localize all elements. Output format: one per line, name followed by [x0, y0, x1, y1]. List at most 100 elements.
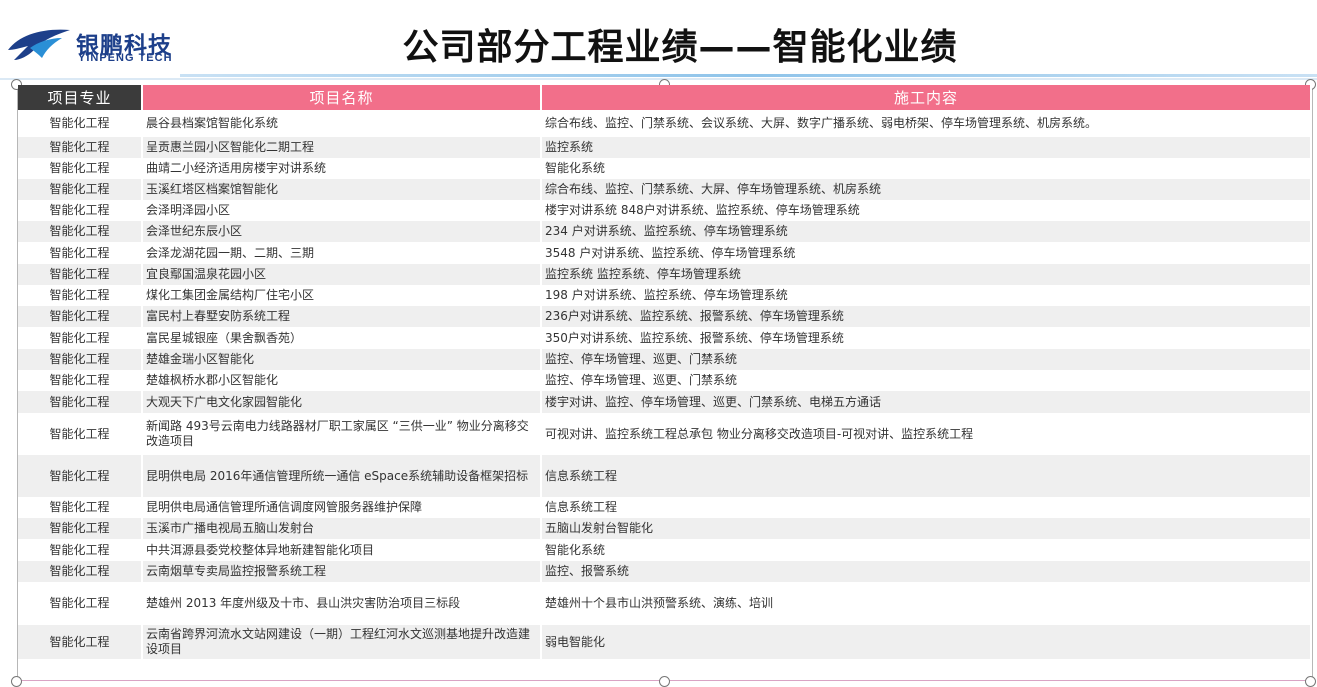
table-row: 智能化工程 玉溪红塔区档案馆智能化 综合布线、监控、门禁系统、大屏、停车场管理系统、…	[18, 179, 1312, 200]
cell-category: 智能化工程	[18, 539, 143, 561]
column-header-project-name: 项目名称	[142, 85, 542, 110]
column-header-construction-content: 施工内容	[541, 85, 1312, 110]
cell-construction-content: 智能化系统	[541, 158, 1312, 179]
cell-project-name: 云南省跨界河流水文站网建设（一期）工程红河水文巡测基地提升改造建设项目	[142, 625, 542, 659]
cell-project-name: 富民星城银座（果舍飘香苑）	[142, 327, 542, 349]
cell-project-name: 新闻路 493号云南电力线路器材厂职工家属区 “三供一业” 物业分离移交改造项目	[142, 413, 542, 455]
table-row: 智能化工程 楚雄金瑞小区智能化 监控、停车场管理、巡更、门禁系统	[18, 349, 1312, 370]
cell-category: 智能化工程	[18, 561, 143, 582]
cell-construction-content: 198 户对讲系统、监控系统、停车场管理系统	[541, 285, 1312, 306]
table-row: 智能化工程 曲靖二小经济适用房楼宇对讲系统 智能化系统	[18, 158, 1312, 179]
table-row: 智能化工程 大观天下广电文化家园智能化 楼宇对讲、监控、停车场管理、巡更、门禁系统、…	[18, 391, 1312, 413]
table-row: 智能化工程 昆明供电局通信管理所通信调度网管服务器维护保障 信息系统工程	[18, 497, 1312, 518]
cell-project-name: 昆明供电局通信管理所通信调度网管服务器维护保障	[142, 497, 542, 518]
table-row: 智能化工程 富民村上春墅安防系统工程 236户对讲系统、监控系统、报警系统、停车场管…	[18, 306, 1312, 327]
table-row: 智能化工程 宜良鄢国温泉花园小区 监控系统 监控系统、停车场管理系统	[18, 264, 1312, 285]
cell-category: 智能化工程	[18, 391, 143, 413]
cell-category: 智能化工程	[18, 625, 143, 659]
column-header-category: 项目专业	[18, 85, 143, 110]
cell-construction-content: 监控、报警系统	[541, 561, 1312, 582]
cell-category: 智能化工程	[18, 582, 143, 625]
cell-project-name: 昆明供电局 2016年通信管理所统一通信 eSpace系统辅助设备框架招标	[142, 455, 542, 497]
resize-handle-bottom-left[interactable]	[11, 676, 22, 687]
cell-project-name: 曲靖二小经济适用房楼宇对讲系统	[142, 158, 542, 179]
cell-project-name: 楚雄金瑞小区智能化	[142, 349, 542, 370]
cell-construction-content: 智能化系统	[541, 539, 1312, 561]
cell-category: 智能化工程	[18, 306, 143, 327]
table-row: 智能化工程 云南烟草专卖局监控报警系统工程 监控、报警系统	[18, 561, 1312, 582]
table-row: 智能化工程 煤化工集团金属结构厂住宅小区 198 户对讲系统、监控系统、停车场管理系…	[18, 285, 1312, 306]
cell-construction-content: 236户对讲系统、监控系统、报警系统、停车场管理系统	[541, 306, 1312, 327]
page-title: 公司部分工程业绩——智能化业绩	[402, 27, 958, 68]
cell-construction-content: 综合布线、监控、门禁系统、大屏、停车场管理系统、机房系统	[541, 179, 1312, 200]
cell-category: 智能化工程	[18, 110, 143, 137]
cell-project-name: 宜良鄢国温泉花园小区	[142, 264, 542, 285]
cell-construction-content: 楚雄州十个县市山洪预警系统、演练、培训	[541, 582, 1312, 625]
cell-construction-content: 234 户对讲系统、监控系统、停车场管理系统	[541, 221, 1312, 242]
cell-construction-content: 楼宇对讲系统 848户对讲系统、监控系统、停车场管理系统	[541, 200, 1312, 221]
cell-category: 智能化工程	[18, 137, 143, 158]
cell-project-name: 会泽龙湖花园一期、二期、三期	[142, 242, 542, 264]
cell-project-name: 晨谷县档案馆智能化系统	[142, 110, 542, 137]
table-row: 智能化工程 富民星城银座（果舍飘香苑） 350户对讲系统、监控系统、报警系统、停车场…	[18, 327, 1312, 349]
cell-construction-content: 监控、停车场管理、巡更、门禁系统	[541, 349, 1312, 370]
cell-project-name: 煤化工集团金属结构厂住宅小区	[142, 285, 542, 306]
cell-category: 智能化工程	[18, 327, 143, 349]
cell-category: 智能化工程	[18, 242, 143, 264]
cell-category: 智能化工程	[18, 497, 143, 518]
eagle-logo-icon	[8, 29, 70, 60]
cell-project-name: 会泽世纪东辰小区	[142, 221, 542, 242]
table-row: 智能化工程 会泽世纪东辰小区 234 户对讲系统、监控系统、停车场管理系统	[18, 221, 1312, 242]
cell-construction-content: 五脑山发射台智能化	[541, 518, 1312, 539]
table-row: 智能化工程 楚雄枫桥水郡小区智能化 监控、停车场管理、巡更、门禁系统	[18, 370, 1312, 391]
cell-construction-content: 监控、停车场管理、巡更、门禁系统	[541, 370, 1312, 391]
cell-construction-content: 弱电智能化	[541, 625, 1312, 659]
cell-category: 智能化工程	[18, 413, 143, 455]
logo-english-text: YINPENG TECH	[78, 52, 173, 64]
cell-construction-content: 3548 户对讲系统、监控系统、停车场管理系统	[541, 242, 1312, 264]
cell-project-name: 富民村上春墅安防系统工程	[142, 306, 542, 327]
cell-category: 智能化工程	[18, 158, 143, 179]
table-row: 智能化工程 呈贡惠兰园小区智能化二期工程 监控系统	[18, 137, 1312, 158]
table-row: 智能化工程 昆明供电局 2016年通信管理所统一通信 eSpace系统辅助设备框架…	[18, 455, 1312, 497]
cell-construction-content: 信息系统工程	[541, 455, 1312, 497]
cell-project-name: 楚雄枫桥水郡小区智能化	[142, 370, 542, 391]
cell-project-name: 楚雄州 2013 年度州级及十市、县山洪灾害防治项目三标段	[142, 582, 542, 625]
cell-category: 智能化工程	[18, 264, 143, 285]
cell-construction-content: 可视对讲、监控系统工程总承包 物业分离移交改造项目-可视对讲、监控系统工程	[541, 413, 1312, 455]
table-row: 智能化工程 中共洱源县委党校整体异地新建智能化项目 智能化系统	[18, 539, 1312, 561]
table-row: 智能化工程 会泽龙湖花园一期、二期、三期 3548 户对讲系统、监控系统、停车场管理…	[18, 242, 1312, 264]
projects-table: 项目专业 项目名称 施工内容 智能化工程 晨谷县档案馆智能化系统 综合布线、监控、门…	[18, 85, 1312, 659]
cell-construction-content: 信息系统工程	[541, 497, 1312, 518]
cell-construction-content: 综合布线、监控、门禁系统、会议系统、大屏、数字广播系统、弱电桥架、停车场管理系统…	[541, 110, 1312, 137]
cell-project-name: 大观天下广电文化家园智能化	[142, 391, 542, 413]
cell-project-name: 中共洱源县委党校整体异地新建智能化项目	[142, 539, 542, 561]
cell-category: 智能化工程	[18, 349, 143, 370]
cell-construction-content: 350户对讲系统、监控系统、报警系统、停车场管理系统	[541, 327, 1312, 349]
cell-project-name: 会泽明泽园小区	[142, 200, 542, 221]
cell-category: 智能化工程	[18, 200, 143, 221]
cell-category: 智能化工程	[18, 285, 143, 306]
table-row: 智能化工程 晨谷县档案馆智能化系统 综合布线、监控、门禁系统、会议系统、大屏、数字广…	[18, 110, 1312, 137]
cell-construction-content: 监控系统 监控系统、停车场管理系统	[541, 264, 1312, 285]
cell-category: 智能化工程	[18, 518, 143, 539]
cell-project-name: 呈贡惠兰园小区智能化二期工程	[142, 137, 542, 158]
cell-category: 智能化工程	[18, 179, 143, 200]
table-row: 智能化工程 会泽明泽园小区 楼宇对讲系统 848户对讲系统、监控系统、停车场管理系统	[18, 200, 1312, 221]
table-row: 智能化工程 新闻路 493号云南电力线路器材厂职工家属区 “三供一业” 物业分离移…	[18, 413, 1312, 455]
cell-project-name: 玉溪市广播电视局五脑山发射台	[142, 518, 542, 539]
resize-handle-bottom-right[interactable]	[1305, 676, 1316, 687]
table-header-row: 项目专业 项目名称 施工内容	[18, 85, 1312, 110]
table-body: 智能化工程 晨谷县档案馆智能化系统 综合布线、监控、门禁系统、会议系统、大屏、数字广…	[18, 110, 1312, 659]
cell-category: 智能化工程	[18, 221, 143, 242]
resize-handle-bottom-center[interactable]	[659, 676, 670, 687]
cell-project-name: 云南烟草专卖局监控报警系统工程	[142, 561, 542, 582]
table-row: 智能化工程 玉溪市广播电视局五脑山发射台 五脑山发射台智能化	[18, 518, 1312, 539]
cell-category: 智能化工程	[18, 455, 143, 497]
title-divider	[0, 74, 1317, 80]
cell-construction-content: 监控系统	[541, 137, 1312, 158]
table-row: 智能化工程 楚雄州 2013 年度州级及十市、县山洪灾害防治项目三标段 楚雄州十个县…	[18, 582, 1312, 625]
table-row: 智能化工程 云南省跨界河流水文站网建设（一期）工程红河水文巡测基地提升改造建设项目…	[18, 625, 1312, 659]
cell-construction-content: 楼宇对讲、监控、停车场管理、巡更、门禁系统、电梯五方通话	[541, 391, 1312, 413]
cell-category: 智能化工程	[18, 370, 143, 391]
